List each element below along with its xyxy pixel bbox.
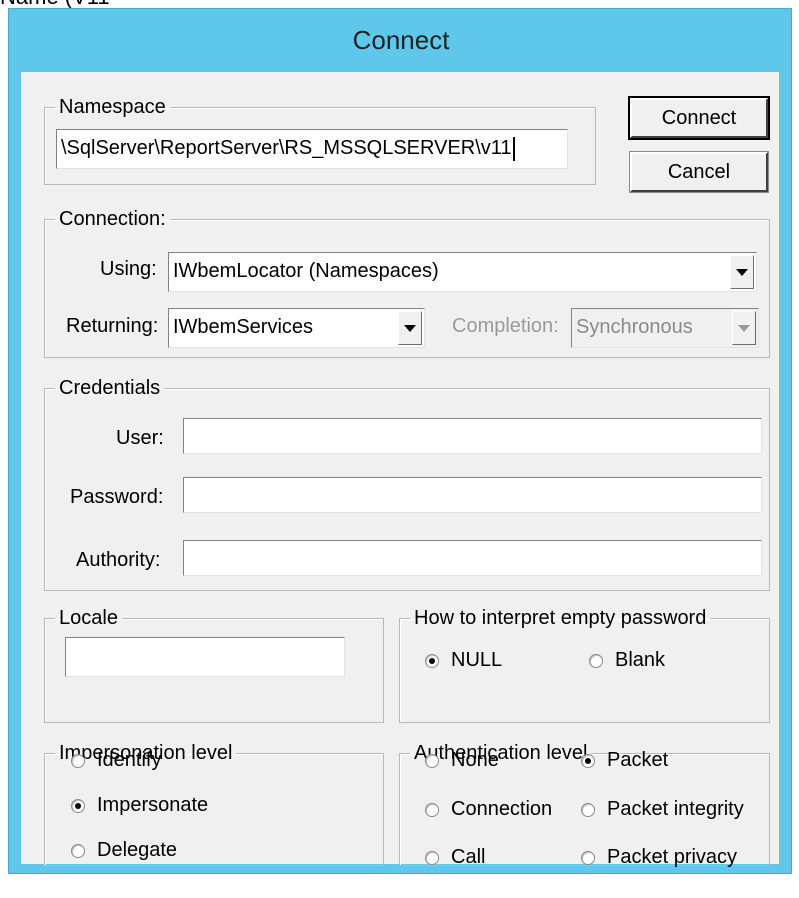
radio-unselected-icon bbox=[71, 753, 85, 768]
locale-input[interactable] bbox=[65, 637, 345, 677]
namespace-input[interactable]: \SqlServer\ReportServer\RS_MSSQLSERVER\v… bbox=[56, 129, 568, 169]
password-label: Password: bbox=[70, 486, 164, 508]
returning-label: Returning: bbox=[66, 315, 159, 337]
connect-dialog: Connect Namespace \SqlServer\ReportServe… bbox=[8, 8, 792, 874]
completion-dropdown: Synchronous bbox=[571, 308, 759, 348]
radio-call-label: Call bbox=[451, 846, 486, 868]
radio-impersonate[interactable]: Impersonate bbox=[71, 794, 208, 817]
radio-packet-privacy[interactable]: Packet privacy bbox=[581, 846, 737, 869]
completion-label: Completion: bbox=[452, 315, 559, 337]
dialog-title: Connect bbox=[352, 25, 450, 55]
user-input[interactable] bbox=[183, 418, 762, 454]
completion-dropdown-button bbox=[732, 311, 756, 345]
radio-null[interactable]: NULL bbox=[425, 649, 502, 672]
cancel-button-label: Cancel bbox=[667, 160, 731, 183]
using-dropdown-button[interactable] bbox=[730, 255, 754, 289]
authority-input[interactable] bbox=[183, 540, 762, 576]
empty-password-legend: How to interpret empty password bbox=[414, 607, 707, 629]
password-input[interactable] bbox=[183, 477, 762, 513]
radio-connection[interactable]: Connection bbox=[425, 798, 552, 821]
radio-packet-label: Packet bbox=[607, 749, 669, 771]
radio-packet[interactable]: Packet bbox=[581, 749, 668, 772]
radio-delegate[interactable]: Delegate bbox=[71, 839, 177, 862]
authority-label: Authority: bbox=[76, 549, 161, 571]
radio-unselected-icon bbox=[425, 802, 439, 817]
chevron-down-icon bbox=[736, 268, 748, 276]
radio-blank[interactable]: Blank bbox=[589, 649, 665, 672]
radio-identify-label: Identify bbox=[97, 749, 162, 771]
radio-packet-privacy-label: Packet privacy bbox=[607, 846, 738, 868]
connection-legend: Connection: bbox=[59, 208, 166, 230]
radio-unselected-icon bbox=[71, 843, 85, 858]
returning-dropdown-button[interactable] bbox=[398, 311, 422, 345]
radio-selected-icon bbox=[425, 653, 439, 668]
radio-selected-icon bbox=[71, 798, 85, 813]
radio-delegate-label: Delegate bbox=[97, 839, 178, 861]
namespace-value: \SqlServer\ReportServer\RS_MSSQLSERVER\v… bbox=[61, 137, 512, 159]
radio-unselected-icon bbox=[425, 753, 439, 768]
dialog-body: Namespace \SqlServer\ReportServer\RS_MSS… bbox=[21, 72, 779, 868]
returning-dropdown[interactable]: IWbemServices bbox=[168, 308, 425, 348]
namespace-legend: Namespace bbox=[59, 96, 166, 118]
chevron-down-icon bbox=[404, 324, 416, 332]
radio-unselected-icon bbox=[581, 850, 595, 865]
using-value: IWbemLocator (Namespaces) bbox=[173, 260, 439, 282]
radio-blank-label: Blank bbox=[615, 649, 666, 671]
radio-null-label: NULL bbox=[451, 649, 503, 671]
text-cursor bbox=[512, 136, 515, 161]
user-label: User: bbox=[116, 427, 164, 449]
radio-unselected-icon bbox=[425, 850, 439, 865]
radio-none[interactable]: None bbox=[425, 749, 499, 772]
connect-button-label: Connect bbox=[661, 106, 737, 129]
radio-none-label: None bbox=[451, 749, 499, 771]
cancel-button[interactable]: Cancel bbox=[629, 151, 769, 193]
radio-unselected-icon bbox=[581, 802, 595, 817]
using-dropdown[interactable]: IWbemLocator (Namespaces) bbox=[168, 252, 757, 292]
radio-connection-label: Connection bbox=[451, 798, 553, 820]
credentials-legend: Credentials bbox=[59, 377, 161, 399]
locale-legend: Locale bbox=[59, 607, 118, 629]
connect-button[interactable]: Connect bbox=[628, 96, 770, 140]
radio-packet-integrity-label: Packet integrity bbox=[607, 798, 744, 820]
radio-call[interactable]: Call bbox=[425, 846, 485, 869]
radio-selected-icon bbox=[581, 753, 595, 768]
using-label: Using: bbox=[100, 258, 157, 280]
radio-unselected-icon bbox=[589, 653, 603, 668]
chevron-down-icon bbox=[738, 324, 750, 332]
radio-identify[interactable]: Identify bbox=[71, 749, 161, 772]
returning-value: IWbemServices bbox=[173, 316, 314, 338]
radio-packet-integrity[interactable]: Packet integrity bbox=[581, 798, 744, 821]
completion-value: Synchronous bbox=[576, 316, 693, 338]
radio-impersonate-label: Impersonate bbox=[97, 794, 209, 816]
